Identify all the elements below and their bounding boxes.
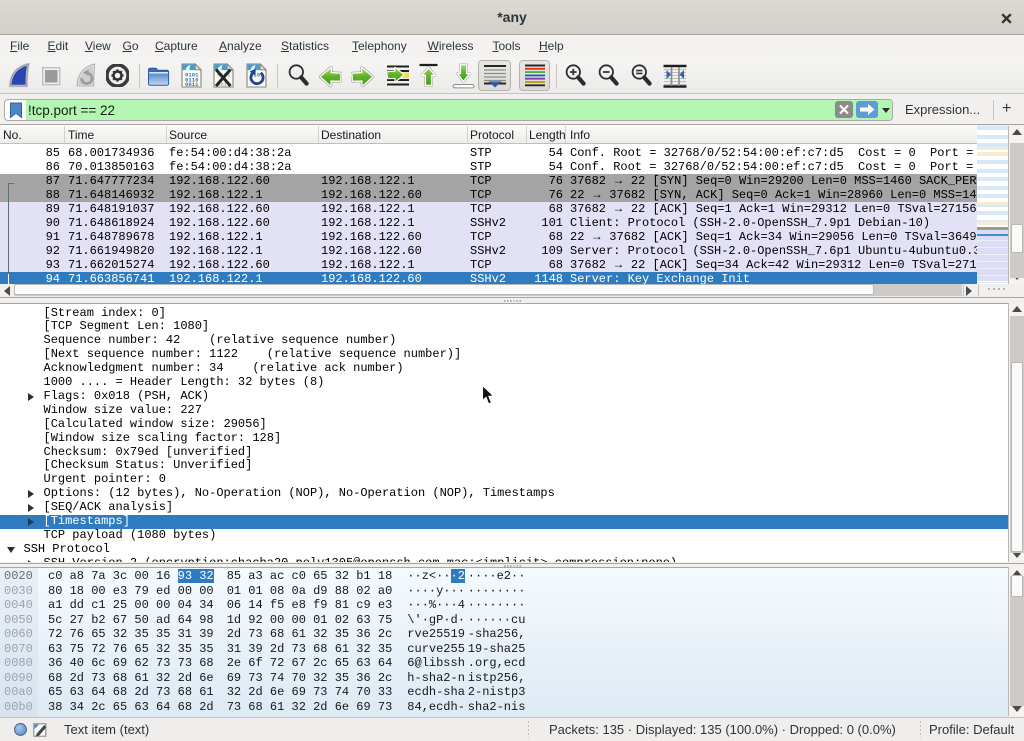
svg-text:0011: 0011 — [185, 81, 199, 88]
